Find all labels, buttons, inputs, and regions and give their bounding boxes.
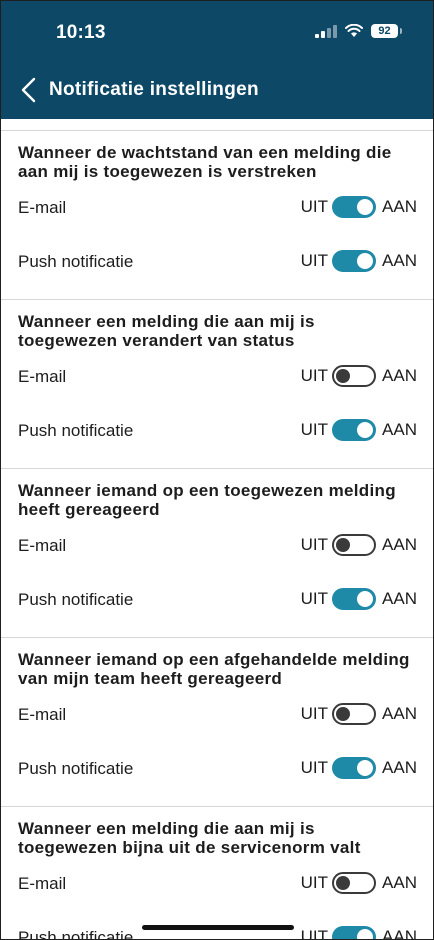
notification-section: Wanneer een melding die aan mij is toege…: [0, 299, 434, 468]
toggle-knob: [336, 369, 350, 383]
email-toggle[interactable]: [332, 534, 376, 556]
setting-label: Push notificatie: [18, 252, 134, 271]
section-title: Wanneer de wachtstand van een melding di…: [18, 143, 392, 181]
email-setting-row: E-mail UIT AAN: [0, 363, 434, 391]
email-toggle[interactable]: [332, 196, 376, 218]
push-toggle[interactable]: [332, 250, 376, 272]
toggle-knob: [336, 876, 350, 890]
push-setting-row: Push notificatie UIT AAN: [0, 248, 434, 276]
notification-section: Wanneer de wachtstand van een melding di…: [0, 130, 434, 299]
toggle-off-label: UIT: [300, 589, 328, 608]
toggle-on-label: AAN: [382, 251, 417, 270]
section-title: Wanneer iemand op een afgehandelde meldi…: [18, 650, 410, 688]
toggle-off-label: UIT: [300, 758, 328, 777]
wifi-icon: [345, 24, 363, 37]
section-title: Wanneer een melding die aan mij is toege…: [18, 819, 361, 857]
toggle-knob: [357, 253, 373, 269]
notification-section: Wanneer iemand op een afgehandelde meldi…: [0, 637, 434, 806]
push-toggle[interactable]: [332, 757, 376, 779]
toggle-knob: [336, 538, 350, 552]
push-setting-row: Push notificatie UIT AAN: [0, 755, 434, 783]
email-setting-row: E-mail UIT AAN: [0, 532, 434, 560]
battery-icon: 92: [371, 24, 402, 38]
toggle-off-label: UIT: [300, 420, 328, 439]
email-setting-row: E-mail UIT AAN: [0, 701, 434, 729]
toggle-off-label: UIT: [300, 535, 328, 554]
email-setting-row: E-mail UIT AAN: [0, 194, 434, 222]
email-setting-row: E-mail UIT AAN: [0, 870, 434, 898]
setting-label: Push notificatie: [18, 421, 134, 440]
push-setting-row: Push notificatie UIT AAN: [0, 586, 434, 614]
setting-label: Push notificatie: [18, 928, 134, 940]
setting-label: E-mail: [18, 874, 67, 893]
email-toggle[interactable]: [332, 872, 376, 894]
toggle-off-label: UIT: [300, 251, 328, 270]
page-title: Notificatie instellingen: [49, 79, 259, 100]
home-indicator: [142, 925, 294, 930]
app-header: 10:13 92 Notificatie instellingen: [0, 0, 434, 119]
email-toggle[interactable]: [332, 365, 376, 387]
toggle-knob: [357, 422, 373, 438]
section-title: Wanneer iemand op een toegewezen melding…: [18, 481, 396, 519]
toggle-off-label: UIT: [300, 197, 328, 216]
toggle-on-label: AAN: [382, 420, 417, 439]
toggle-knob: [357, 929, 373, 940]
back-chevron-icon[interactable]: [18, 76, 40, 104]
toggle-on-label: AAN: [382, 758, 417, 777]
toggle-on-label: AAN: [382, 704, 417, 723]
toggle-off-label: UIT: [300, 927, 328, 940]
toggle-knob: [357, 199, 373, 215]
toggle-off-label: UIT: [300, 366, 328, 385]
toggle-knob: [357, 591, 373, 607]
email-toggle[interactable]: [332, 703, 376, 725]
push-toggle[interactable]: [332, 926, 376, 940]
status-time: 10:13: [56, 22, 106, 43]
toggle-on-label: AAN: [382, 927, 417, 940]
setting-label: E-mail: [18, 705, 67, 724]
nav-bar: Notificatie instellingen: [0, 70, 434, 110]
push-setting-row: Push notificatie UIT AAN: [0, 417, 434, 445]
toggle-knob: [336, 707, 350, 721]
setting-label: E-mail: [18, 536, 67, 555]
section-title: Wanneer een melding die aan mij is toege…: [18, 312, 315, 350]
notification-section: Wanneer iemand op een toegewezen melding…: [0, 468, 434, 637]
notification-section: Wanneer een melding die aan mij is toege…: [0, 806, 434, 940]
toggle-knob: [357, 760, 373, 776]
setting-label: E-mail: [18, 198, 67, 217]
status-icons: 92: [315, 24, 402, 38]
setting-label: E-mail: [18, 367, 67, 386]
toggle-on-label: AAN: [382, 197, 417, 216]
toggle-on-label: AAN: [382, 366, 417, 385]
toggle-off-label: UIT: [300, 873, 328, 892]
push-toggle[interactable]: [332, 419, 376, 441]
toggle-on-label: AAN: [382, 873, 417, 892]
setting-label: Push notificatie: [18, 590, 134, 609]
toggle-off-label: UIT: [300, 704, 328, 723]
toggle-on-label: AAN: [382, 589, 417, 608]
setting-label: Push notificatie: [18, 759, 134, 778]
cellular-signal-icon: [315, 24, 337, 38]
toggle-on-label: AAN: [382, 535, 417, 554]
push-toggle[interactable]: [332, 588, 376, 610]
